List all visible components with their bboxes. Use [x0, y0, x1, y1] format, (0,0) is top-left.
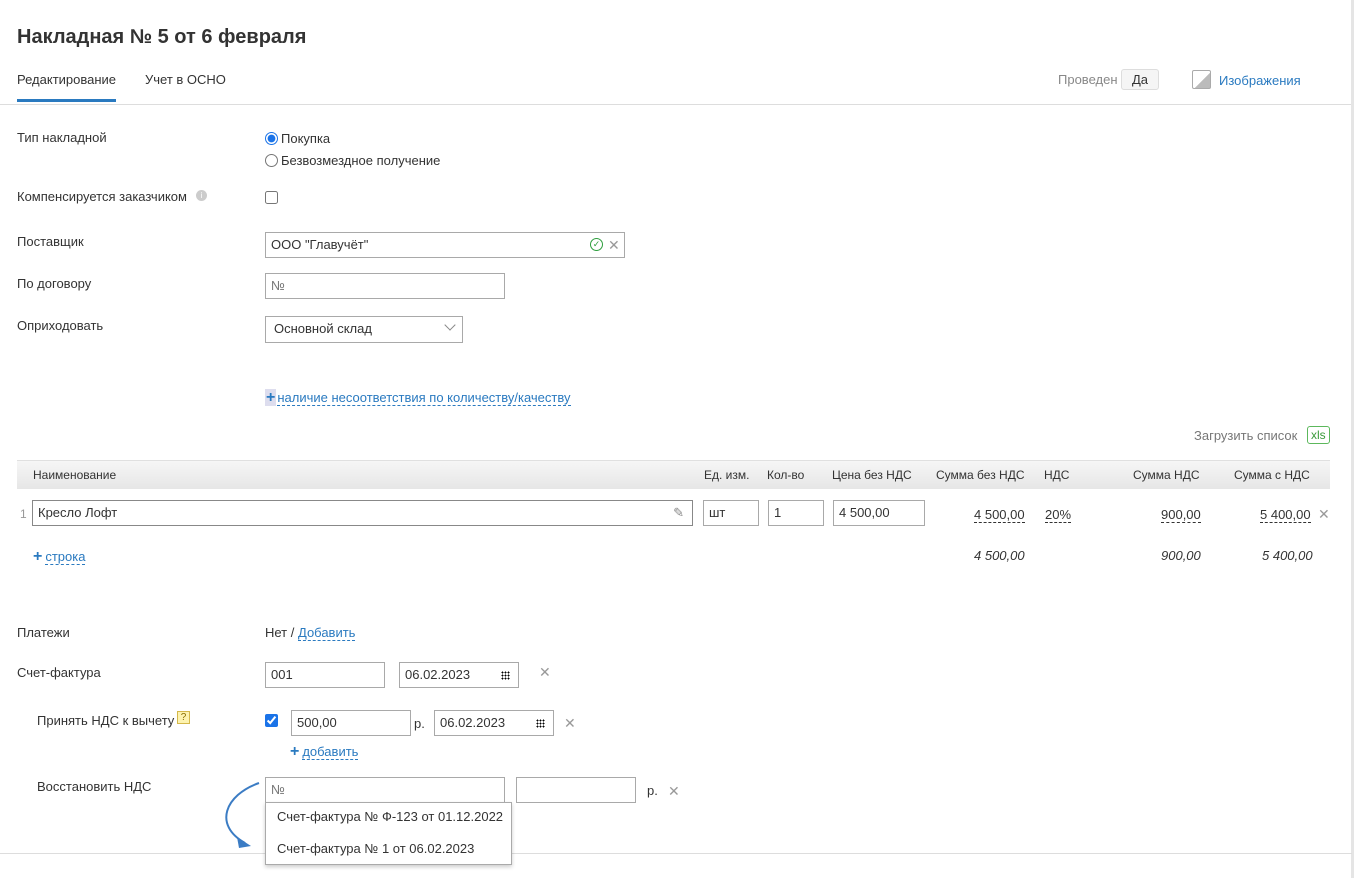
images-link[interactable]: Изображения	[1219, 73, 1301, 88]
mismatch-link[interactable]: наличие несоответствия по количеству/кач…	[277, 390, 571, 406]
compensated-checkbox[interactable]	[265, 191, 278, 204]
supplier-value: ООО "Главучёт"	[271, 237, 369, 252]
compensated-label: Компенсируется заказчиком	[17, 189, 187, 204]
vat-deduct-checkbox[interactable]	[265, 714, 278, 727]
invoice-number: 001	[271, 667, 293, 682]
clear-supplier-icon[interactable]: ✕	[608, 237, 620, 253]
supplier-label: Поставщик	[17, 234, 84, 249]
dropdown-option[interactable]: Счет-фактура № 1 от 06.02.2023	[277, 841, 474, 856]
receive-label: Оприходовать	[17, 318, 104, 333]
unit-input[interactable]: шт	[703, 500, 759, 526]
invoice-dropdown: Счет-фактура № Ф-123 от 01.12.2022 Счет-…	[265, 802, 512, 865]
th-name: Наименование	[33, 468, 117, 482]
total-with-vat: 5 400,00	[1262, 548, 1313, 563]
currency-label: р.	[647, 783, 658, 798]
vat-restore-placeholder: №	[271, 782, 285, 797]
total-vat-sum: 900,00	[1161, 548, 1201, 563]
th-total: Сумма с НДС	[1234, 468, 1310, 482]
pencil-icon[interactable]: ✎	[673, 501, 684, 525]
plus-icon: +	[33, 548, 43, 565]
price-value: 4 500,00	[839, 505, 890, 520]
th-vat: НДС	[1044, 468, 1070, 482]
vat-sum-value[interactable]: 900,00	[1161, 507, 1201, 523]
radio-free[interactable]: Безвозмездное получение	[265, 153, 440, 168]
arrow-annotation-icon	[225, 782, 260, 848]
mismatch-add[interactable]: + наличие несоответствия по количеству/ка…	[265, 389, 571, 407]
remove-vat-restore-icon[interactable]: ✕	[668, 783, 680, 799]
payments-none: Нет /	[265, 625, 295, 640]
currency-label: р.	[414, 716, 425, 731]
image-icon[interactable]	[1192, 70, 1211, 89]
contract-input[interactable]: №	[265, 273, 505, 299]
type-label: Тип накладной	[17, 130, 107, 145]
total-value[interactable]: 5 400,00	[1260, 507, 1311, 523]
remove-invoice-icon[interactable]: ✕	[539, 664, 551, 680]
vat-amount-input[interactable]: 500,00	[291, 710, 411, 736]
add-row[interactable]: + строка	[33, 548, 86, 566]
vat-amount: 500,00	[297, 715, 337, 730]
radio-purchase-label: Покупка	[281, 131, 331, 146]
row-number: 1	[20, 507, 27, 521]
payments-label: Платежи	[17, 625, 70, 640]
vat-date: 06.02.2023	[440, 715, 506, 730]
qty-input[interactable]: 1	[768, 500, 824, 526]
vat-rate[interactable]: 20%	[1045, 507, 1072, 523]
add-vat-deduct-link[interactable]: добавить	[302, 744, 359, 760]
qty-value: 1	[774, 505, 782, 520]
calendar-icon[interactable]	[536, 719, 545, 728]
vat-restore-label: Восстановить НДС	[37, 779, 152, 794]
remove-vat-deduct-icon[interactable]: ✕	[564, 715, 576, 731]
th-sum: Сумма без НДС	[936, 468, 1025, 482]
posted-toggle[interactable]: Да	[1121, 69, 1159, 90]
tab-osno[interactable]: Учет в ОСНО	[145, 72, 226, 87]
add-vat-deduct[interactable]: + добавить	[290, 743, 359, 761]
total-sum: 4 500,00	[974, 548, 1025, 563]
tab-editing[interactable]: Редактирование	[17, 72, 117, 102]
contract-placeholder: №	[271, 278, 285, 293]
add-row-link[interactable]: строка	[45, 549, 86, 565]
th-vat-sum: Сумма НДС	[1133, 468, 1200, 482]
th-qty: Кол-во	[767, 468, 805, 482]
invoice-number-input[interactable]: 001	[265, 662, 385, 688]
dropdown-option[interactable]: Счет-фактура № Ф-123 от 01.12.2022	[277, 809, 503, 824]
radio-purchase[interactable]: Покупка	[265, 131, 330, 146]
sum-value[interactable]: 4 500,00	[974, 507, 1025, 523]
warehouse-value: Основной склад	[274, 321, 372, 336]
plus-icon: +	[290, 743, 300, 760]
page-title: Накладная № 5 от 6 февраля	[17, 26, 307, 48]
invoice-date-input[interactable]: 06.02.2023	[399, 662, 519, 688]
item-name-input[interactable]: Кресло Лофт ✎	[32, 500, 693, 526]
add-payment-link[interactable]: Добавить	[298, 625, 356, 641]
th-unit: Ед. изм.	[704, 468, 750, 482]
help-icon[interactable]: ?	[177, 711, 190, 724]
vat-restore-amount-input[interactable]	[516, 777, 636, 803]
bottom-divider	[0, 853, 1352, 854]
verified-icon: ✓	[590, 238, 603, 251]
vat-restore-number-input[interactable]: №	[265, 777, 505, 803]
info-icon[interactable]: i	[196, 190, 207, 201]
invoice-date: 06.02.2023	[405, 667, 471, 682]
calendar-icon[interactable]	[501, 671, 510, 680]
vat-deduct-label: Принять НДС к вычету	[37, 713, 175, 728]
chevron-down-icon	[444, 319, 456, 331]
vat-date-input[interactable]: 06.02.2023	[434, 710, 554, 736]
warehouse-select[interactable]: Основной склад	[265, 316, 463, 343]
header-divider	[0, 104, 1352, 105]
xls-button[interactable]: xls	[1307, 426, 1330, 444]
price-input[interactable]: 4 500,00	[833, 500, 925, 526]
unit-value: шт	[709, 505, 726, 520]
upload-list-label[interactable]: Загрузить список	[1194, 428, 1297, 443]
supplier-input[interactable]: ООО "Главучёт"	[265, 232, 625, 258]
invoice-label: Счет-фактура	[17, 665, 101, 680]
contract-label: По договору	[17, 276, 92, 291]
posted-label: Проведен	[1058, 72, 1118, 87]
radio-free-label: Безвозмездное получение	[281, 153, 441, 168]
item-name: Кресло Лофт	[38, 505, 118, 520]
th-price: Цена без НДС	[832, 468, 912, 482]
delete-row-icon[interactable]: ✕	[1318, 506, 1330, 522]
plus-icon: +	[265, 389, 277, 406]
